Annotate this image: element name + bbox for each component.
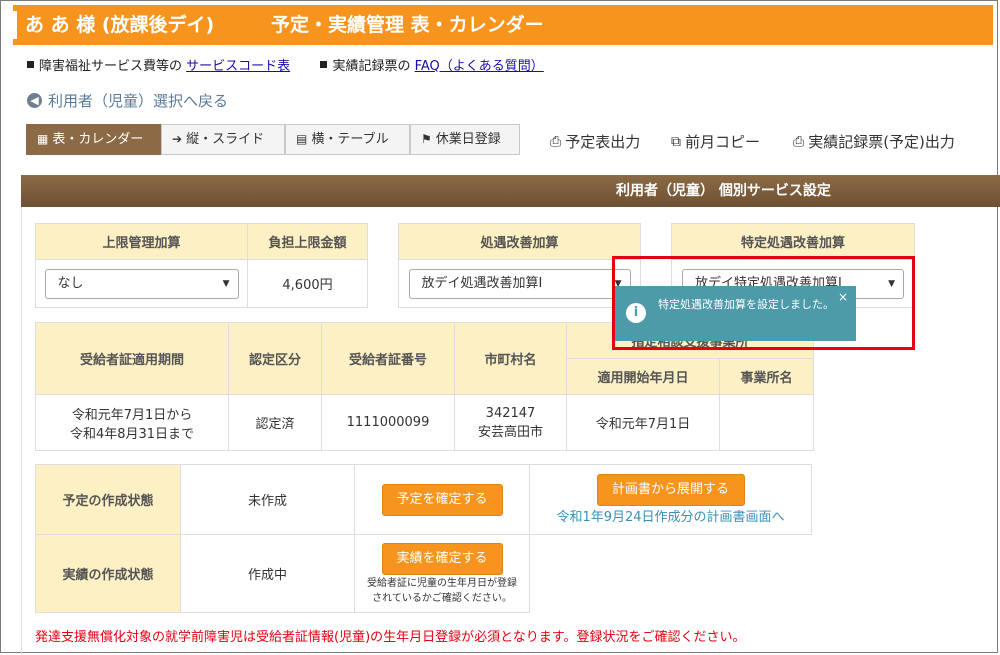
- office-header: 事業所名: [719, 358, 814, 395]
- back-to-user-select[interactable]: ◀ 利用者（児童）選択へ戻る: [27, 90, 228, 111]
- amount-value: 4,600円: [247, 259, 368, 308]
- period-header: 受給者証適用期間: [35, 322, 229, 395]
- expand-from-plan-button[interactable]: 計画書から展開する: [596, 474, 745, 506]
- plan-button-cell: 予定を確定する: [354, 464, 530, 535]
- header-bar: あ あ 様 (放課後デイ) 予定・実績管理 表・カレンダー: [13, 5, 993, 45]
- tab-holiday[interactable]: ⚑ 休業日登録: [410, 124, 520, 155]
- plan-status-label: 予定の作成状態: [35, 464, 181, 535]
- treatment-select-value: 放デイ処遇改善加算Ⅰ: [421, 275, 543, 291]
- period-end: 令和4年8月31日まで: [69, 426, 195, 442]
- copy-prev-month-label: 前月コピー: [685, 133, 761, 151]
- period-start: 令和元年7月1日から: [71, 407, 193, 423]
- tab-label: 休業日登録: [435, 132, 501, 147]
- print-icon: ⎙: [793, 133, 805, 150]
- amount-header: 負担上限金額: [247, 223, 368, 260]
- limit-select-cell: なし ▼: [35, 259, 248, 308]
- section-header: 利用者（児童） 個別サービス設定: [21, 175, 1000, 207]
- actual-note-1: 受給者証に児童の生年月日が登録: [367, 577, 517, 589]
- tab-slide[interactable]: ➔ 縦・スライド: [161, 124, 285, 155]
- print-schedule-label: 予定表出力: [565, 133, 641, 151]
- plan-status-value: 未作成: [180, 464, 355, 535]
- empty-cell: [530, 535, 812, 613]
- print-record-button[interactable]: ⎙ 実績記録票(予定)出力: [793, 131, 955, 152]
- cert-no-header: 受給者証番号: [321, 322, 455, 395]
- treatment-select-cell: 放デイ処遇改善加算Ⅰ ▼: [398, 259, 641, 308]
- chevron-down-icon: ▼: [222, 278, 230, 289]
- service-code-link[interactable]: サービスコード表: [186, 59, 290, 74]
- bullet-icon: [27, 61, 34, 68]
- actual-note-2: されているかご確認ください。: [372, 592, 512, 604]
- back-arrow-icon: ◀: [27, 93, 42, 108]
- limit-select-value: なし: [57, 275, 84, 291]
- tab-label: 縦・スライド: [186, 132, 265, 147]
- reference-links: 障害福祉サービス費等の サービスコード表 実績記録票の FAQ（よくある質問）: [27, 55, 544, 74]
- table-icon: ▤: [296, 132, 308, 146]
- tab-calendar[interactable]: ▦ 表・カレンダー: [26, 124, 161, 155]
- limit-table: 上限管理加算 負担上限金額 なし ▼ 4,600円: [35, 223, 368, 308]
- section-title: 利用者（児童） 個別サービス設定: [616, 183, 831, 199]
- office-value: [719, 394, 814, 451]
- confirm-actual-button[interactable]: 実績を確定する: [381, 542, 503, 575]
- back-label: 利用者（児童）選択へ戻る: [48, 92, 229, 110]
- actual-status-value: 作成中: [180, 534, 355, 613]
- special-treatment-header: 特定処遇改善加算: [671, 223, 915, 260]
- expand-cell: 計画書から展開する 令和1年9月24日作成分の計画書画面へ: [529, 464, 812, 535]
- cert-no-value: 1111000099: [321, 394, 455, 451]
- bullet-icon: [320, 61, 328, 68]
- calendar-icon: ▦: [37, 132, 49, 146]
- cert-type-header: 認定区分: [228, 322, 322, 395]
- user-name: あ あ 様 (放課後デイ): [25, 14, 215, 36]
- treatment-table: 処遇改善加算 放デイ処遇改善加算Ⅰ ▼: [398, 223, 641, 308]
- treatment-select[interactable]: 放デイ処遇改善加算Ⅰ ▼: [408, 268, 631, 299]
- city-value: 342147 安芸高田市: [454, 394, 567, 451]
- period-value: 令和元年7月1日から 令和4年8月31日まで: [35, 394, 229, 451]
- confirm-plan-button[interactable]: 予定を確定する: [381, 483, 503, 516]
- flag-icon: ⚑: [421, 132, 432, 146]
- record-prefix: 実績記録票の: [332, 59, 411, 74]
- treatment-header: 処遇改善加算: [398, 223, 641, 260]
- faq-link[interactable]: FAQ（よくある質問）: [415, 59, 544, 74]
- city-code: 342147: [485, 405, 536, 421]
- print-icon: ⎙: [550, 133, 562, 150]
- service-code-prefix: 障害福祉サービス費等の: [39, 59, 183, 74]
- print-schedule-button[interactable]: ⎙ 予定表出力: [550, 131, 640, 152]
- print-record-label: 実績記録票(予定)出力: [808, 133, 955, 151]
- plan-document-link[interactable]: 令和1年9月24日作成分の計画書画面へ: [556, 510, 784, 525]
- limit-header: 上限管理加算: [35, 223, 248, 260]
- start-value: 令和元年7月1日: [566, 394, 720, 451]
- view-tabs: ▦ 表・カレンダー ➔ 縦・スライド ▤ 横・テーブル ⚑ 休業日登録: [26, 124, 520, 155]
- status-table: 予定の作成状態 未作成 予定を確定する 計画書から展開する 令和1年9月24日作…: [35, 464, 812, 613]
- city-name: 安芸高田市: [477, 424, 543, 440]
- warning-message: 発達支援無償化対象の就学前障害児は受給者証情報(児童)の生年月日登録が必須となり…: [35, 630, 746, 645]
- tab-label: 表・カレンダー: [52, 132, 144, 147]
- start-header: 適用開始年月日: [566, 358, 720, 395]
- city-header: 市町村名: [454, 322, 567, 395]
- limit-select[interactable]: なし ▼: [44, 268, 239, 299]
- header-accent: [13, 11, 17, 39]
- tab-table[interactable]: ▤ 横・テーブル: [285, 124, 410, 155]
- cert-type-value: 認定済: [228, 394, 322, 451]
- copy-prev-month-button[interactable]: ⧉ 前月コピー: [671, 131, 760, 152]
- tab-label: 横・テーブル: [311, 132, 389, 147]
- copy-icon: ⧉: [671, 133, 681, 150]
- login-arrow-icon: ➔: [172, 132, 183, 146]
- page-title: 予定・実績管理 表・カレンダー: [271, 14, 544, 36]
- actual-button-cell: 実績を確定する 受給者証に児童の生年月日が登録 されているかご確認ください。: [354, 534, 530, 613]
- actual-status-label: 実績の作成状態: [35, 534, 181, 613]
- highlight-box: [612, 256, 915, 350]
